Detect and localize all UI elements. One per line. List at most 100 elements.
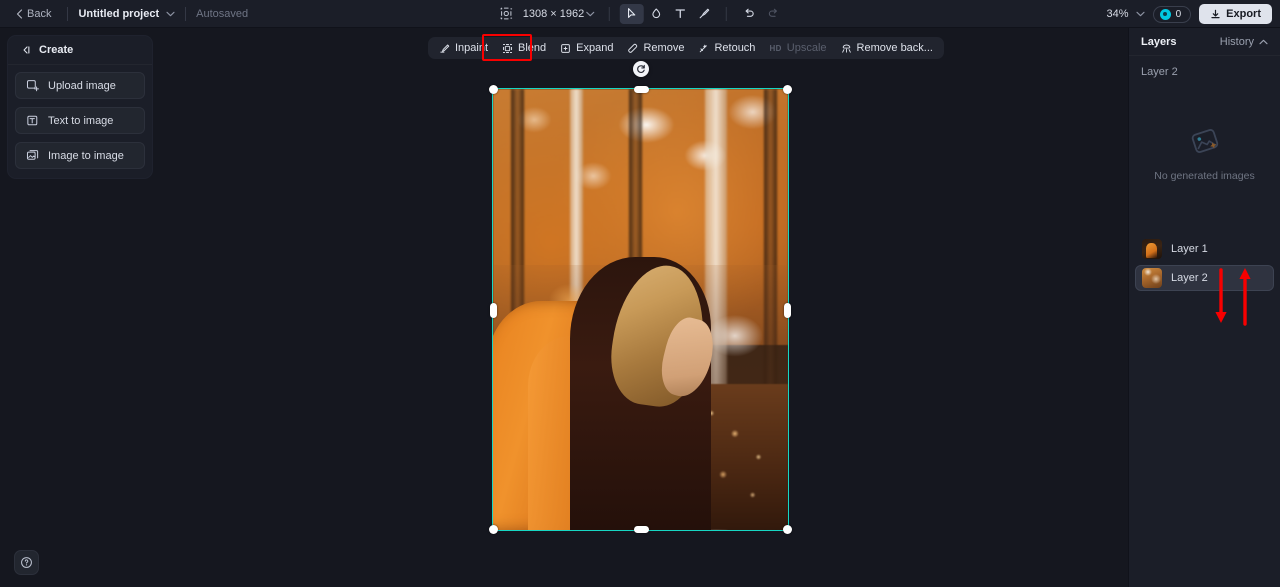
resize-handle-bottom-left[interactable] (489, 525, 498, 534)
divider (185, 6, 187, 21)
inpaint-label: Inpaint (455, 42, 489, 54)
expand-icon (560, 43, 571, 54)
image-to-image-icon (26, 149, 39, 162)
create-panel: Create Upload image Text to image Image … (7, 35, 153, 179)
layer-name: Layer 2 (1171, 272, 1208, 284)
upscale-button[interactable]: HD Upscale (762, 38, 833, 58)
text-to-image-label: Text to image (48, 114, 114, 127)
image-to-image-label: Image to image (48, 149, 124, 162)
chevron-down-icon[interactable] (166, 11, 175, 17)
resize-handle-bottom-center[interactable] (633, 526, 649, 533)
select-tool[interactable] (620, 3, 645, 24)
back-label: Back (27, 7, 52, 20)
help-button[interactable] (14, 550, 39, 575)
selected-layer-selection[interactable] (489, 61, 792, 534)
resize-handle-bottom-right[interactable] (783, 525, 792, 534)
layers-list: Layer 1 Layer 2 (1129, 232, 1280, 295)
layer-row[interactable]: Layer 1 (1135, 236, 1274, 262)
no-images-icon (1188, 124, 1222, 158)
credits-count: 0 (1175, 8, 1182, 20)
frame-icon[interactable] (495, 4, 517, 24)
hd-badge: HD (769, 43, 782, 53)
current-layer-label: Layer 2 (1141, 66, 1178, 78)
right-panel-tabs: Layers History (1129, 28, 1280, 56)
text-to-image-button[interactable]: Text to image (15, 107, 145, 134)
download-icon (1210, 9, 1221, 20)
edit-toolbar: Inpaint Blend Expand Remove Retouch HD U… (428, 37, 944, 59)
back-button[interactable]: Back (10, 5, 57, 23)
resize-handle-top-right[interactable] (783, 85, 792, 94)
redo-button[interactable] (761, 4, 785, 24)
autosaved-status: Autosaved (196, 7, 249, 20)
create-panel-header: Create (8, 36, 152, 65)
export-label: Export (1226, 8, 1261, 20)
export-button[interactable]: Export (1199, 4, 1272, 24)
resize-handle-top-center[interactable] (633, 86, 649, 93)
top-bar-tools: 1308 × 1962 (495, 0, 785, 28)
help-icon (20, 556, 33, 569)
remove-icon (627, 43, 638, 54)
blend-icon (502, 43, 513, 54)
photo-content (493, 89, 788, 530)
inpaint-button[interactable]: Inpaint (432, 38, 495, 58)
top-bar-right: 34% 0 Export (1107, 0, 1272, 28)
credits-badge[interactable]: 0 (1152, 5, 1192, 23)
mask-tool[interactable] (644, 4, 668, 24)
remove-background-button[interactable]: Remove back... (834, 38, 940, 58)
chevron-up-icon (1259, 39, 1268, 45)
blend-label: Blend (518, 42, 547, 54)
create-panel-title: Create (39, 44, 74, 56)
retouch-button[interactable]: Retouch (691, 38, 762, 58)
layer-thumbnail (1142, 268, 1162, 288)
retouch-label: Retouch (714, 42, 756, 54)
expand-label: Expand (576, 42, 614, 54)
create-panel-body: Upload image Text to image Image to imag… (8, 65, 152, 178)
tab-history[interactable]: History (1220, 36, 1268, 48)
upscale-label: Upscale (786, 42, 827, 54)
image-editor-app: Back Untitled project Autosaved 1308 × 1… (0, 0, 1280, 587)
resize-handle-right-center[interactable] (784, 302, 791, 318)
remove-background-icon (841, 43, 852, 54)
top-bar: Back Untitled project Autosaved 1308 × 1… (0, 0, 1280, 28)
divider (67, 6, 69, 21)
image-to-image-button[interactable]: Image to image (15, 142, 145, 169)
zoom-level: 34% (1106, 8, 1129, 20)
text-tool[interactable] (668, 4, 692, 24)
remove-background-label: Remove back... (856, 42, 933, 54)
zoom-control[interactable]: 34% (1107, 8, 1145, 20)
dimensions-chevron-down-icon[interactable] (586, 11, 595, 17)
credit-coin-icon (1159, 8, 1171, 20)
divider (609, 6, 611, 21)
upload-image-label: Upload image (48, 79, 116, 92)
expand-button[interactable]: Expand (553, 38, 620, 58)
canvas-area[interactable] (156, 28, 1128, 587)
inpaint-icon (439, 43, 450, 54)
remove-button[interactable]: Remove (620, 38, 691, 58)
top-bar-left: Back Untitled project Autosaved (0, 0, 248, 28)
layer-row[interactable]: Layer 2 (1135, 265, 1274, 291)
blend-button[interactable]: Blend (495, 38, 553, 58)
retouch-icon (698, 43, 709, 54)
tab-history-label: History (1219, 35, 1254, 48)
remove-label: Remove (643, 42, 685, 54)
undo-button[interactable] (737, 4, 761, 24)
resize-handle-top-left[interactable] (489, 85, 498, 94)
divider (726, 6, 728, 21)
canvas-dimensions: 1308 × 1962 (522, 7, 585, 20)
text-to-image-icon (26, 114, 39, 127)
empty-state-label: No generated images (1154, 170, 1255, 182)
collapse-panel-icon[interactable] (20, 44, 32, 56)
upload-image-button[interactable]: Upload image (15, 72, 145, 99)
upload-image-icon (26, 79, 39, 92)
generated-images-empty-state: No generated images (1129, 78, 1280, 228)
project-name: Untitled project (78, 7, 160, 20)
layer-name: Layer 1 (1171, 243, 1208, 255)
rotate-handle[interactable] (632, 61, 649, 77)
zoom-chevron-down-icon (1136, 9, 1145, 19)
brush-tool[interactable] (692, 4, 716, 24)
layer-thumbnail (1142, 239, 1162, 259)
resize-handle-left-center[interactable] (490, 302, 497, 318)
tab-layers[interactable]: Layers (1141, 36, 1176, 48)
right-panel: Layers History Layer 2 No generated imag… (1128, 28, 1280, 587)
canvas-image[interactable] (492, 88, 789, 531)
